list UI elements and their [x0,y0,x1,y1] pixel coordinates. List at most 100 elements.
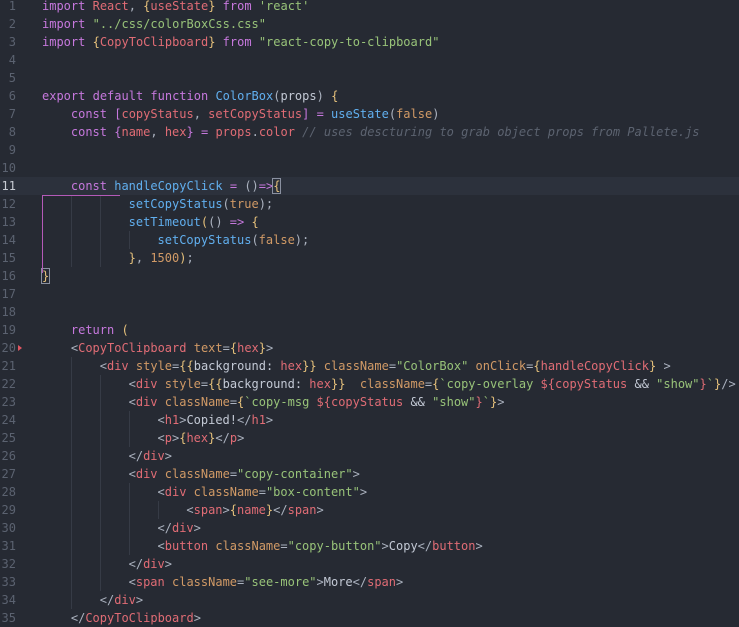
code-token: < [186,503,194,517]
code-line[interactable]: 9 [0,141,739,159]
code-token: div [143,557,165,571]
code-line[interactable]: 5 [0,69,739,87]
indent-guide [99,249,101,267]
code-token: div [106,359,129,373]
code-line[interactable]: 35 </CopyToClipboard> [0,609,739,627]
line-number: 16 [1,269,16,283]
code-text: </CopyToClipboard> [71,609,201,627]
code-token: ( [222,197,230,211]
code-token: } [258,341,267,355]
code-line[interactable]: 24 <h1>Copied!</h1> [0,411,739,429]
code-token: > [265,413,274,427]
indent-guide [70,213,72,231]
code-token: < [157,485,165,499]
code-line[interactable]: 26 </div> [0,447,739,465]
indent-guide [99,375,101,393]
code-line[interactable]: 32 </div> [0,555,739,573]
code-line[interactable]: 27 <div className="copy-container"> [0,465,739,483]
code-line[interactable]: 23 <div className={`copy-msg ${copyStatus… [0,393,739,411]
line-number: 9 [8,143,16,157]
code-text: import "../css/colorBoxCss.css" [42,15,266,33]
code-token: 'react' [258,0,310,13]
code-token: ); [294,233,310,247]
code-line[interactable]: 6 export default function ColorBox(props)… [0,87,739,105]
code-line[interactable]: 14 setCopyStatus(false); [0,231,739,249]
code-token: "react-copy-to-clipboard" [258,35,440,49]
code-line[interactable]: 10 [0,159,739,177]
code-line[interactable]: 22 <div style={{background: hex}} classNa… [0,375,739,393]
line-number: 3 [8,35,16,49]
code-token: > [164,557,172,571]
code-line[interactable]: 7 const [copyStatus, setCopyStatus] = use… [0,105,739,123]
indent-guide [70,357,72,375]
line-number: 11 [1,179,16,193]
code-line[interactable]: 29 <span>{name}</span> [0,501,739,519]
code-token: }} [302,359,317,373]
code-line[interactable]: 34 </div> [0,591,739,609]
line-number: 34 [1,593,16,607]
line-number: 14 [1,233,16,247]
code-line[interactable]: 15}, 1500); [0,249,739,267]
code-text: return ( [71,321,129,339]
indent-guide [128,411,130,429]
code-token: handleCopyClick [114,179,223,193]
code-line[interactable]: 16} [0,267,739,285]
code-line[interactable]: 33 <span className="see-more">More</span> [0,573,739,591]
code-token: ; [186,251,194,265]
code-line[interactable]: 20 <CopyToClipboard text={hex}> [0,339,739,357]
code-token: const [70,107,107,121]
line-number: 12 [1,197,16,211]
code-token: () [208,215,223,229]
code-token: import [42,35,86,49]
code-text: </div> [129,555,172,573]
code-token: { [92,35,100,49]
code-line[interactable]: 21 <div style = {{background: hex}} classNa… [0,357,739,375]
code-line[interactable]: 19 return ( [0,321,739,339]
indent-guide [70,195,72,213]
code-line[interactable]: 3 import {CopyToClipboard} from "react-co… [0,33,739,51]
code-text: const {name, hex} = props.color // uses … [71,123,700,141]
code-token: from [222,0,252,13]
code-token: < [128,575,136,589]
code-line[interactable]: 12 setCopyStatus(true); [0,195,739,213]
line-number: 30 [1,521,16,535]
code-line[interactable]: 4 [0,51,739,69]
code-line[interactable]: 13 setTimeout(() => { [0,213,739,231]
code-line[interactable]: 17 [0,285,739,303]
code-line[interactable]: 28 <div className="box-content"> [0,483,739,501]
code-line[interactable]: 18 [0,303,739,321]
code-line[interactable]: 31 <button className="copy-button">Copy</… [0,537,739,555]
gutter-marker-icon[interactable] [18,345,22,351]
code-token: CopyToClipboard [85,611,194,625]
indent-guide [99,429,101,447]
code-token: `copy-msg [244,395,317,409]
code-token: } [699,377,707,391]
code-editor[interactable]: 1 import React, {useState} from 'react' 2 i… [0,0,739,627]
code-line[interactable]: 1 import React, {useState} from 'react' [0,0,739,15]
code-token: = [229,467,238,481]
code-line[interactable]: 8 const {name, hex} = props.color // uses… [0,123,739,141]
code-line[interactable]: 11 const handleCopyClick = ()=>{ [0,177,739,195]
line-number: 7 [8,107,16,121]
code-token: > [316,575,324,589]
code-token: ( [121,323,129,337]
code-token: div [143,449,165,463]
code-line[interactable]: 25 <p>{hex}</p> [0,429,739,447]
code-line[interactable]: 30 </div> [0,519,739,537]
code-token: style [135,359,173,373]
indent-guide [99,213,101,231]
code-line[interactable]: 2 import "../css/colorBoxCss.css" [0,15,739,33]
code-text: <span>{name}</span> [186,501,323,519]
code-token: < [128,377,136,391]
code-token: default [92,89,144,103]
code-token: ${copyStatus [316,395,404,409]
code-token: return [70,323,115,337]
code-token: copyStatus [121,107,194,121]
code-token: </ [128,557,144,571]
line-number: 5 [8,71,16,85]
indent-guide [70,483,72,501]
